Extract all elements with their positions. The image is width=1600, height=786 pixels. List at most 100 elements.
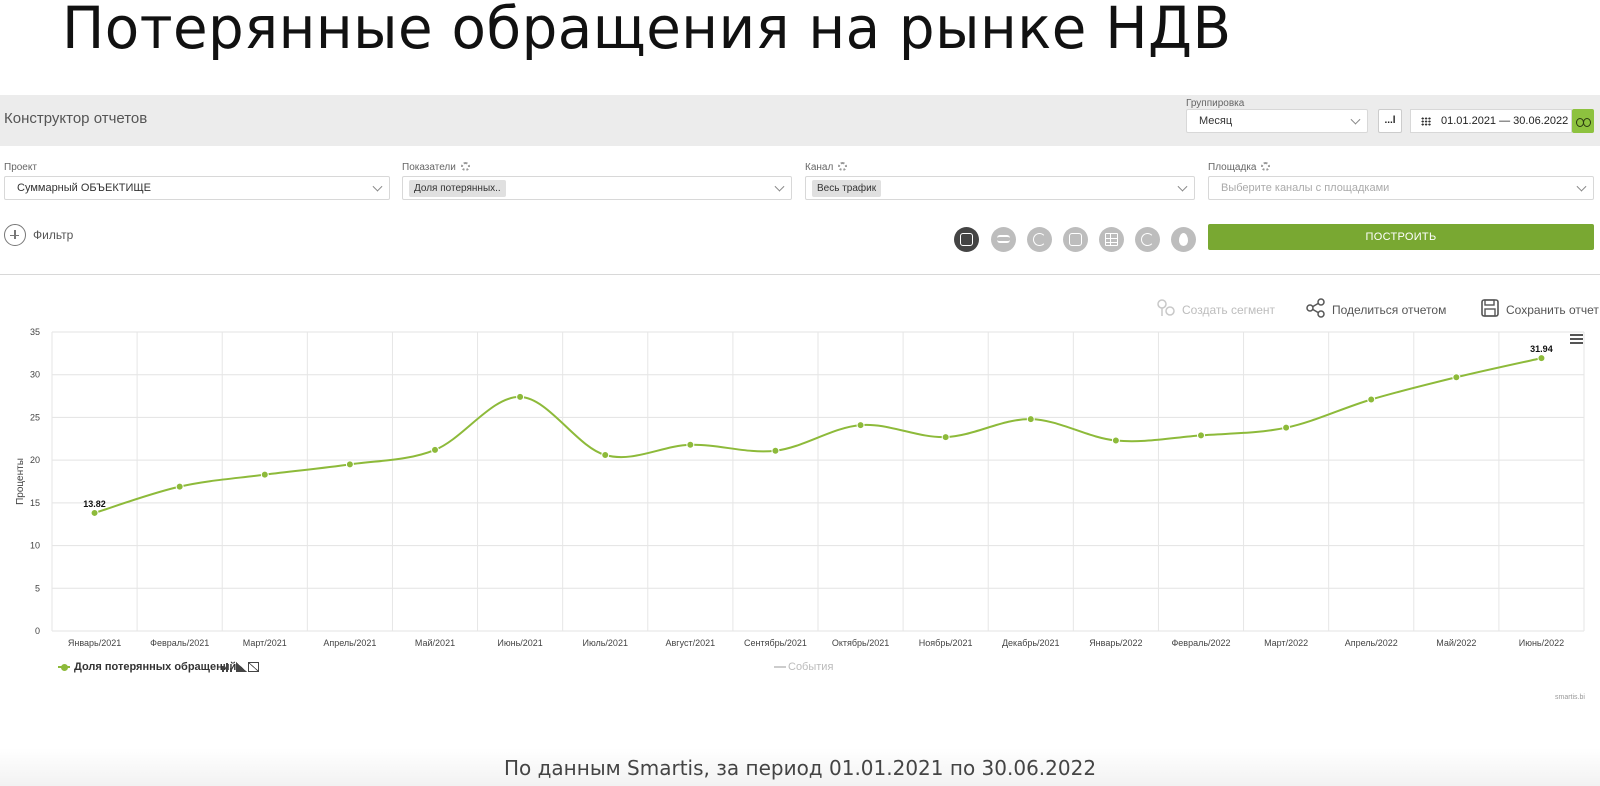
data-point xyxy=(771,446,780,455)
x-tick-label: Июль/2021 xyxy=(582,638,627,648)
x-tick-label: Февраль/2022 xyxy=(1171,638,1230,648)
x-tick-label: Июнь/2021 xyxy=(497,638,542,648)
legend-events-label: События xyxy=(788,661,834,673)
x-tick-label: Январь/2021 xyxy=(68,638,121,648)
x-tick-label: Сентябрь/2021 xyxy=(744,638,807,648)
y-tick-label: 10 xyxy=(30,541,40,551)
menu-bar xyxy=(1570,342,1583,344)
project-label: Проект xyxy=(4,162,37,173)
area-chart-icon[interactable] xyxy=(236,662,247,672)
gauge-icon[interactable] xyxy=(1135,227,1160,252)
y-tick-label: 30 xyxy=(30,370,40,380)
metrics-select[interactable]: Доля потерянных.. xyxy=(402,176,792,200)
data-point xyxy=(1026,415,1035,424)
drop-icon[interactable] xyxy=(1171,227,1196,252)
data-point xyxy=(686,440,695,449)
save-icon xyxy=(1481,299,1499,317)
chevron-down-icon xyxy=(774,181,785,192)
x-tick-label: Май/2021 xyxy=(415,638,455,648)
channel-select[interactable]: Весь трафик xyxy=(805,176,1195,200)
project-value: Суммарный ОБЪЕКТИЩЕ xyxy=(17,182,151,194)
segment-icon xyxy=(1157,299,1175,316)
data-point xyxy=(1537,354,1546,363)
data-label: 31.94 xyxy=(1530,344,1553,354)
channel-label: Канал xyxy=(805,162,848,173)
menu-bar xyxy=(1570,334,1583,336)
data-point xyxy=(1452,373,1461,382)
plus-circle-icon xyxy=(4,224,26,246)
x-tick-label: Октябрь/2021 xyxy=(832,638,889,648)
waves-icon[interactable] xyxy=(991,227,1016,252)
credit-text: smartis.bi xyxy=(1555,694,1585,701)
grouping-select[interactable]: Месяц xyxy=(1186,109,1368,133)
grouping-label: Группировка xyxy=(1186,98,1245,109)
x-tick-label: Июнь/2022 xyxy=(1519,638,1564,648)
lost-requests-line-chart: 0 5 10 15 20 25 30 35 Январь/2021 Февраль/2021 Мар… xyxy=(15,327,1585,648)
gear-icon[interactable] xyxy=(460,162,470,171)
binoculars-icon[interactable] xyxy=(1572,109,1594,133)
data-point xyxy=(941,433,950,442)
platform-select[interactable]: Выберите каналы с площадками xyxy=(1208,176,1594,200)
data-point xyxy=(1197,431,1205,440)
y-tick-label: 20 xyxy=(30,455,40,465)
data-point xyxy=(260,470,269,479)
y-tick-label: 25 xyxy=(30,412,40,422)
x-tick-label: Апрель/2021 xyxy=(323,638,376,648)
metric-chip[interactable]: Доля потерянных.. xyxy=(409,180,506,197)
x-tick-label: Апрель/2022 xyxy=(1345,638,1398,648)
legend-series-label: Доля потерянных обращений xyxy=(74,661,237,673)
x-tick-label: Август/2021 xyxy=(666,638,716,648)
data-point xyxy=(856,421,865,430)
project-select[interactable]: Суммарный ОБЪЕКТИЩЕ xyxy=(4,176,390,200)
y-tick-label: 0 xyxy=(35,626,40,636)
gear-icon[interactable] xyxy=(1261,162,1271,171)
chevron-down-icon xyxy=(1350,114,1361,125)
data-point xyxy=(601,451,610,460)
gear-icon[interactable] xyxy=(838,162,848,171)
x-tick-label: Январь/2022 xyxy=(1089,638,1142,648)
data-point xyxy=(1282,423,1291,432)
filter-label: Фильтр xyxy=(33,228,74,242)
metrics-label: Показатели xyxy=(402,162,470,173)
data-point xyxy=(175,482,184,491)
y-tick-label: 5 xyxy=(35,583,40,593)
date-range-picker[interactable]: 01.01.2021 — 30.06.2022 xyxy=(1410,109,1572,133)
grouping-value: Месяц xyxy=(1199,115,1233,127)
x-tick-label: Ноябрь/2021 xyxy=(919,638,973,648)
chevron-down-icon xyxy=(372,181,383,192)
app-title: Конструктор отчетов xyxy=(4,110,148,127)
bar-chart-icon[interactable] xyxy=(222,662,233,672)
line-chart-icon[interactable] xyxy=(248,662,259,672)
pie-icon[interactable] xyxy=(1027,227,1052,252)
legend-marker xyxy=(774,666,786,668)
calendar-icon xyxy=(1421,117,1431,126)
build-button[interactable]: ПОСТРОИТЬ xyxy=(1208,224,1594,250)
y-axis-label: Проценты xyxy=(15,458,26,505)
x-tick-label: Декабрь/2021 xyxy=(1002,638,1060,648)
legend-marker xyxy=(58,663,70,671)
report-builder-header: Конструктор отчетов Группировка Месяц ..… xyxy=(0,95,1600,146)
share-report-label: Поделиться отчетом xyxy=(1332,303,1447,317)
platform-label: Площадка xyxy=(1208,162,1271,173)
x-tick-label: Февраль/2021 xyxy=(150,638,209,648)
table-icon[interactable] xyxy=(1099,227,1124,252)
data-point xyxy=(516,392,525,401)
save-report-label: Сохранить отчет xyxy=(1506,303,1599,317)
slide-title: Потерянные обращения на рынке НДВ xyxy=(62,0,1232,62)
chart-menu-icon[interactable] xyxy=(1570,334,1583,344)
source-footnote: По данным Smartis, за период 01.01.2021 … xyxy=(503,756,1097,780)
x-tick-label: Март/2022 xyxy=(1264,638,1308,648)
map-icon[interactable] xyxy=(1063,227,1088,252)
platform-placeholder: Выберите каналы с площадками xyxy=(1221,182,1390,194)
divider xyxy=(0,274,1600,275)
data-point xyxy=(1367,395,1376,404)
more-options-button[interactable]: ...l xyxy=(1378,109,1402,133)
data-point xyxy=(1111,436,1120,445)
x-tick-label: Май/2022 xyxy=(1436,638,1476,648)
combo-chart-icon[interactable] xyxy=(954,227,979,252)
data-point xyxy=(431,445,439,454)
channel-chip[interactable]: Весь трафик xyxy=(812,180,882,197)
data-label: 13.82 xyxy=(83,499,106,509)
x-tick-label: Март/2021 xyxy=(243,638,287,648)
y-tick-label: 35 xyxy=(30,327,40,337)
